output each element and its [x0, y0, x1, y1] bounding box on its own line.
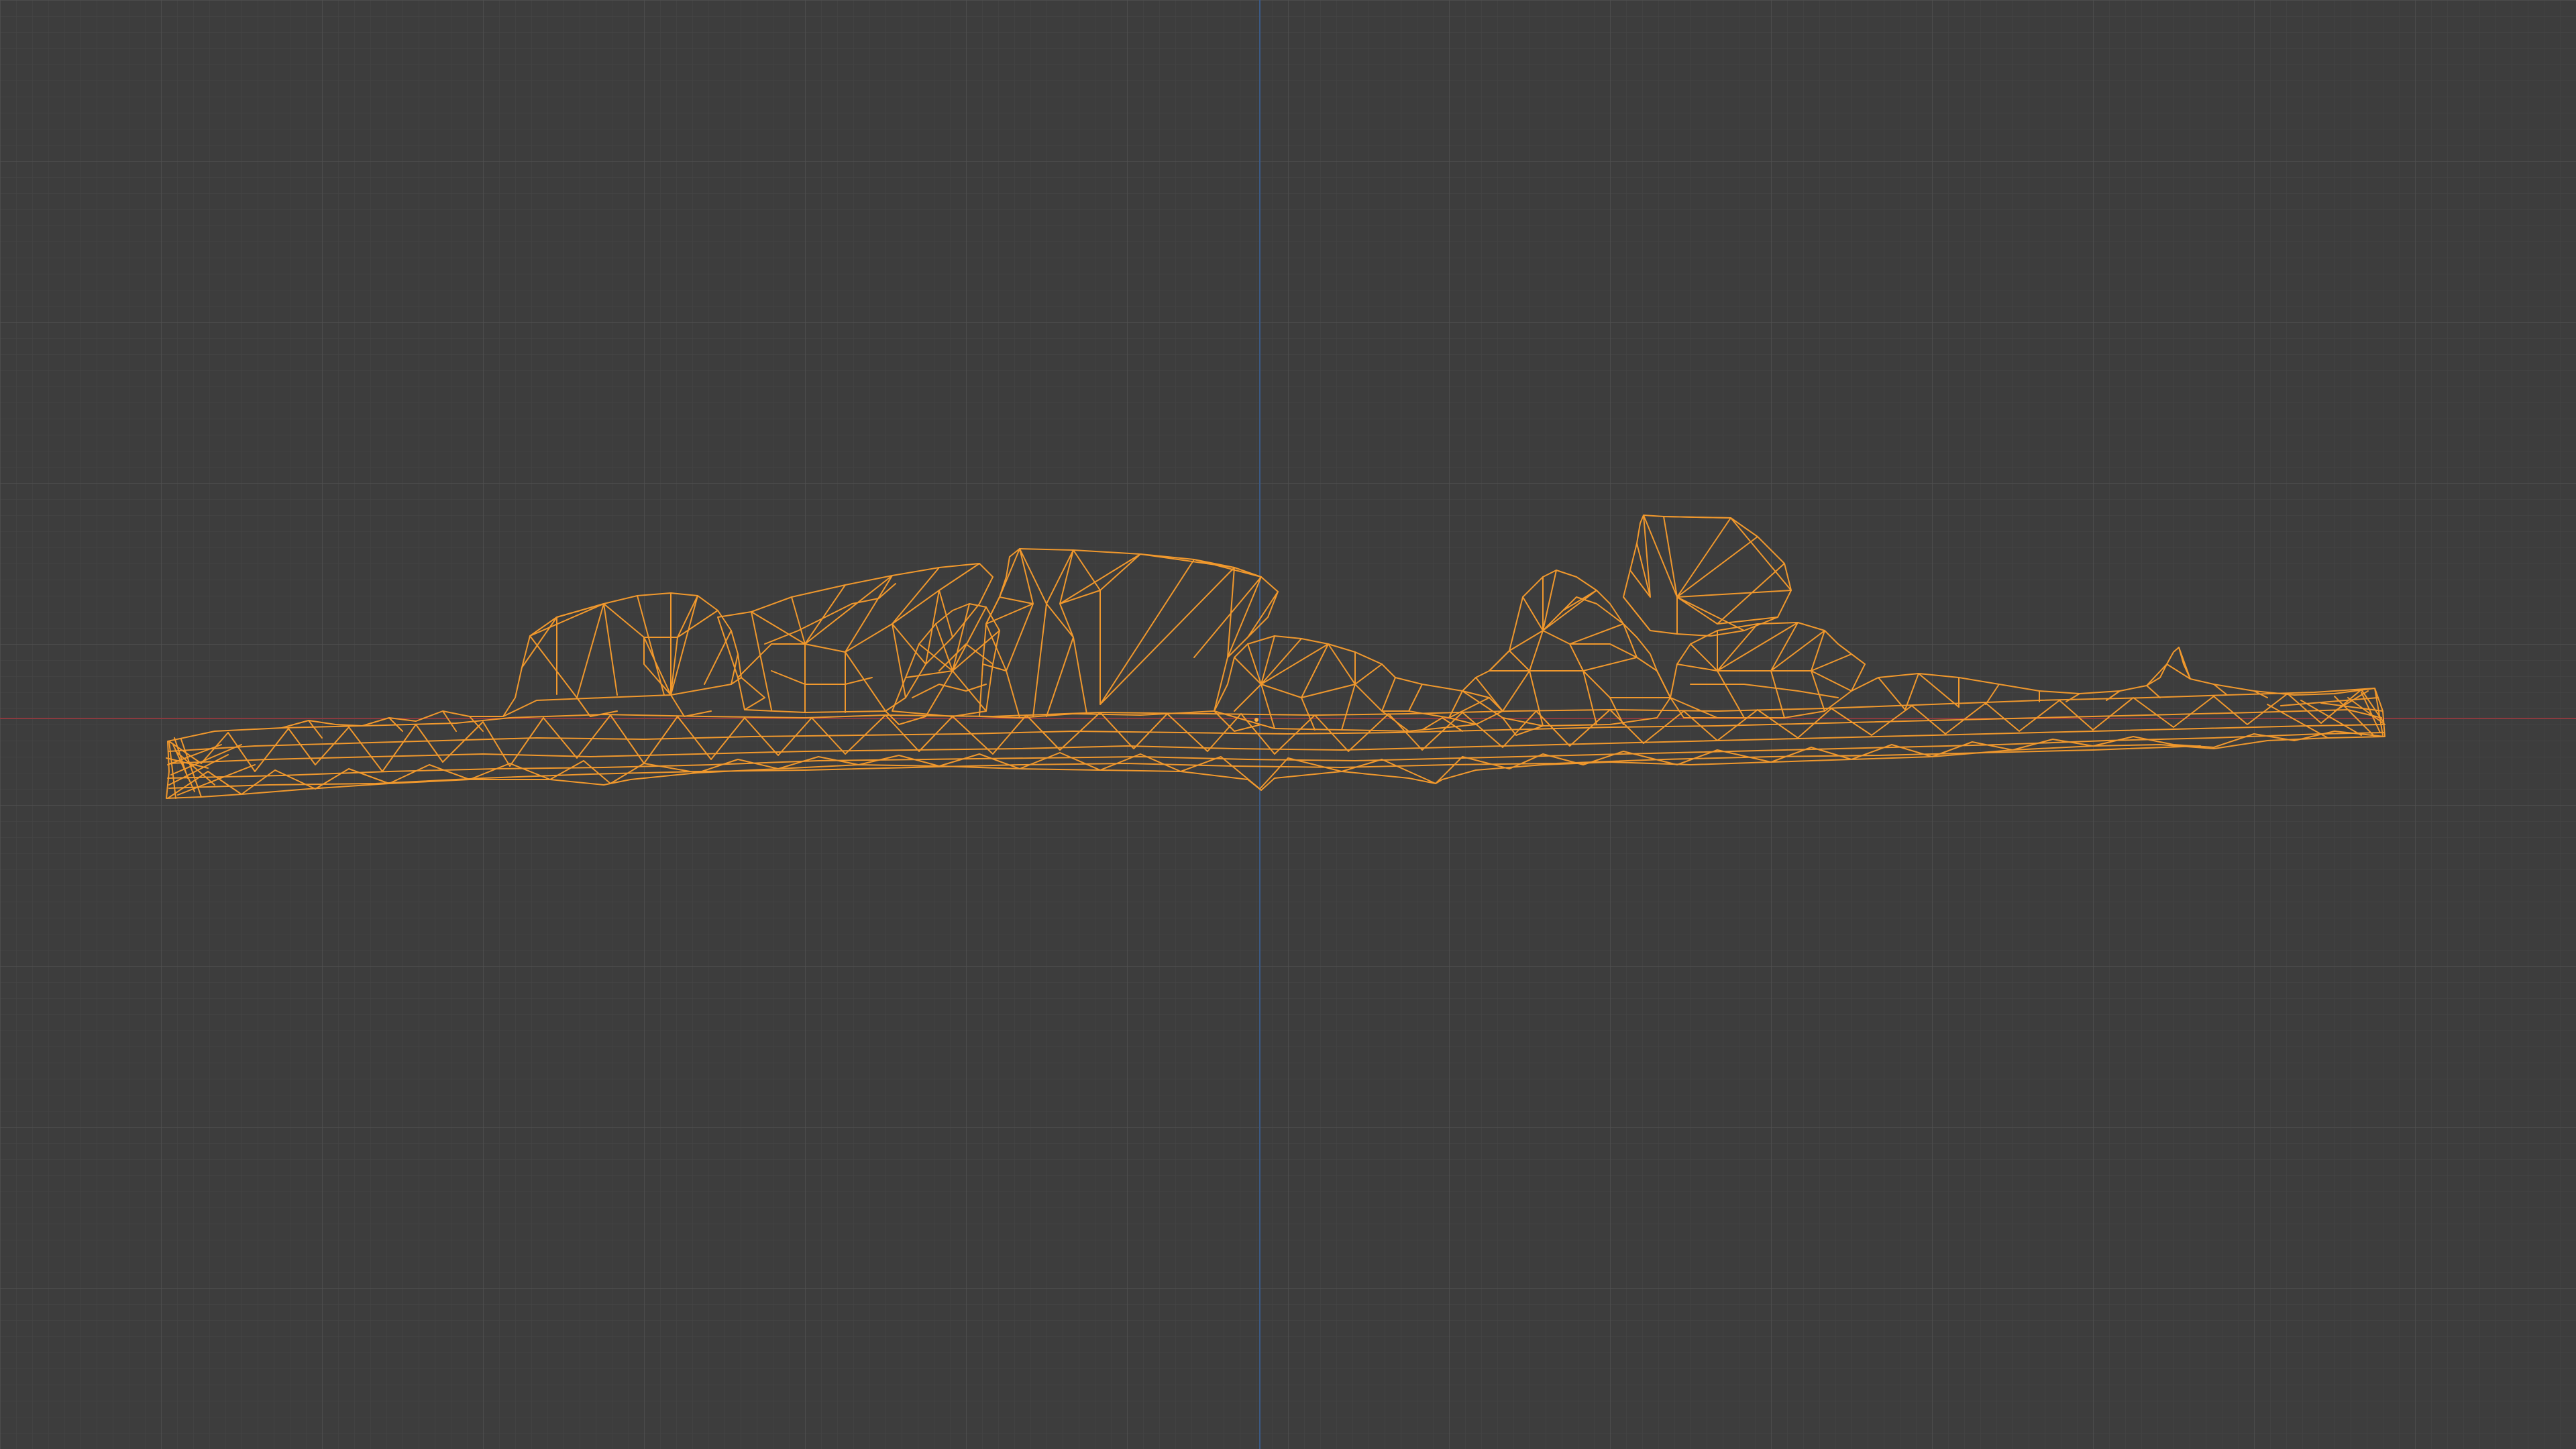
- object-origin-dot-icon[interactable]: [1254, 718, 1258, 722]
- viewport-canvas[interactable]: [0, 0, 2576, 1449]
- 3d-viewport[interactable]: [0, 0, 2576, 1449]
